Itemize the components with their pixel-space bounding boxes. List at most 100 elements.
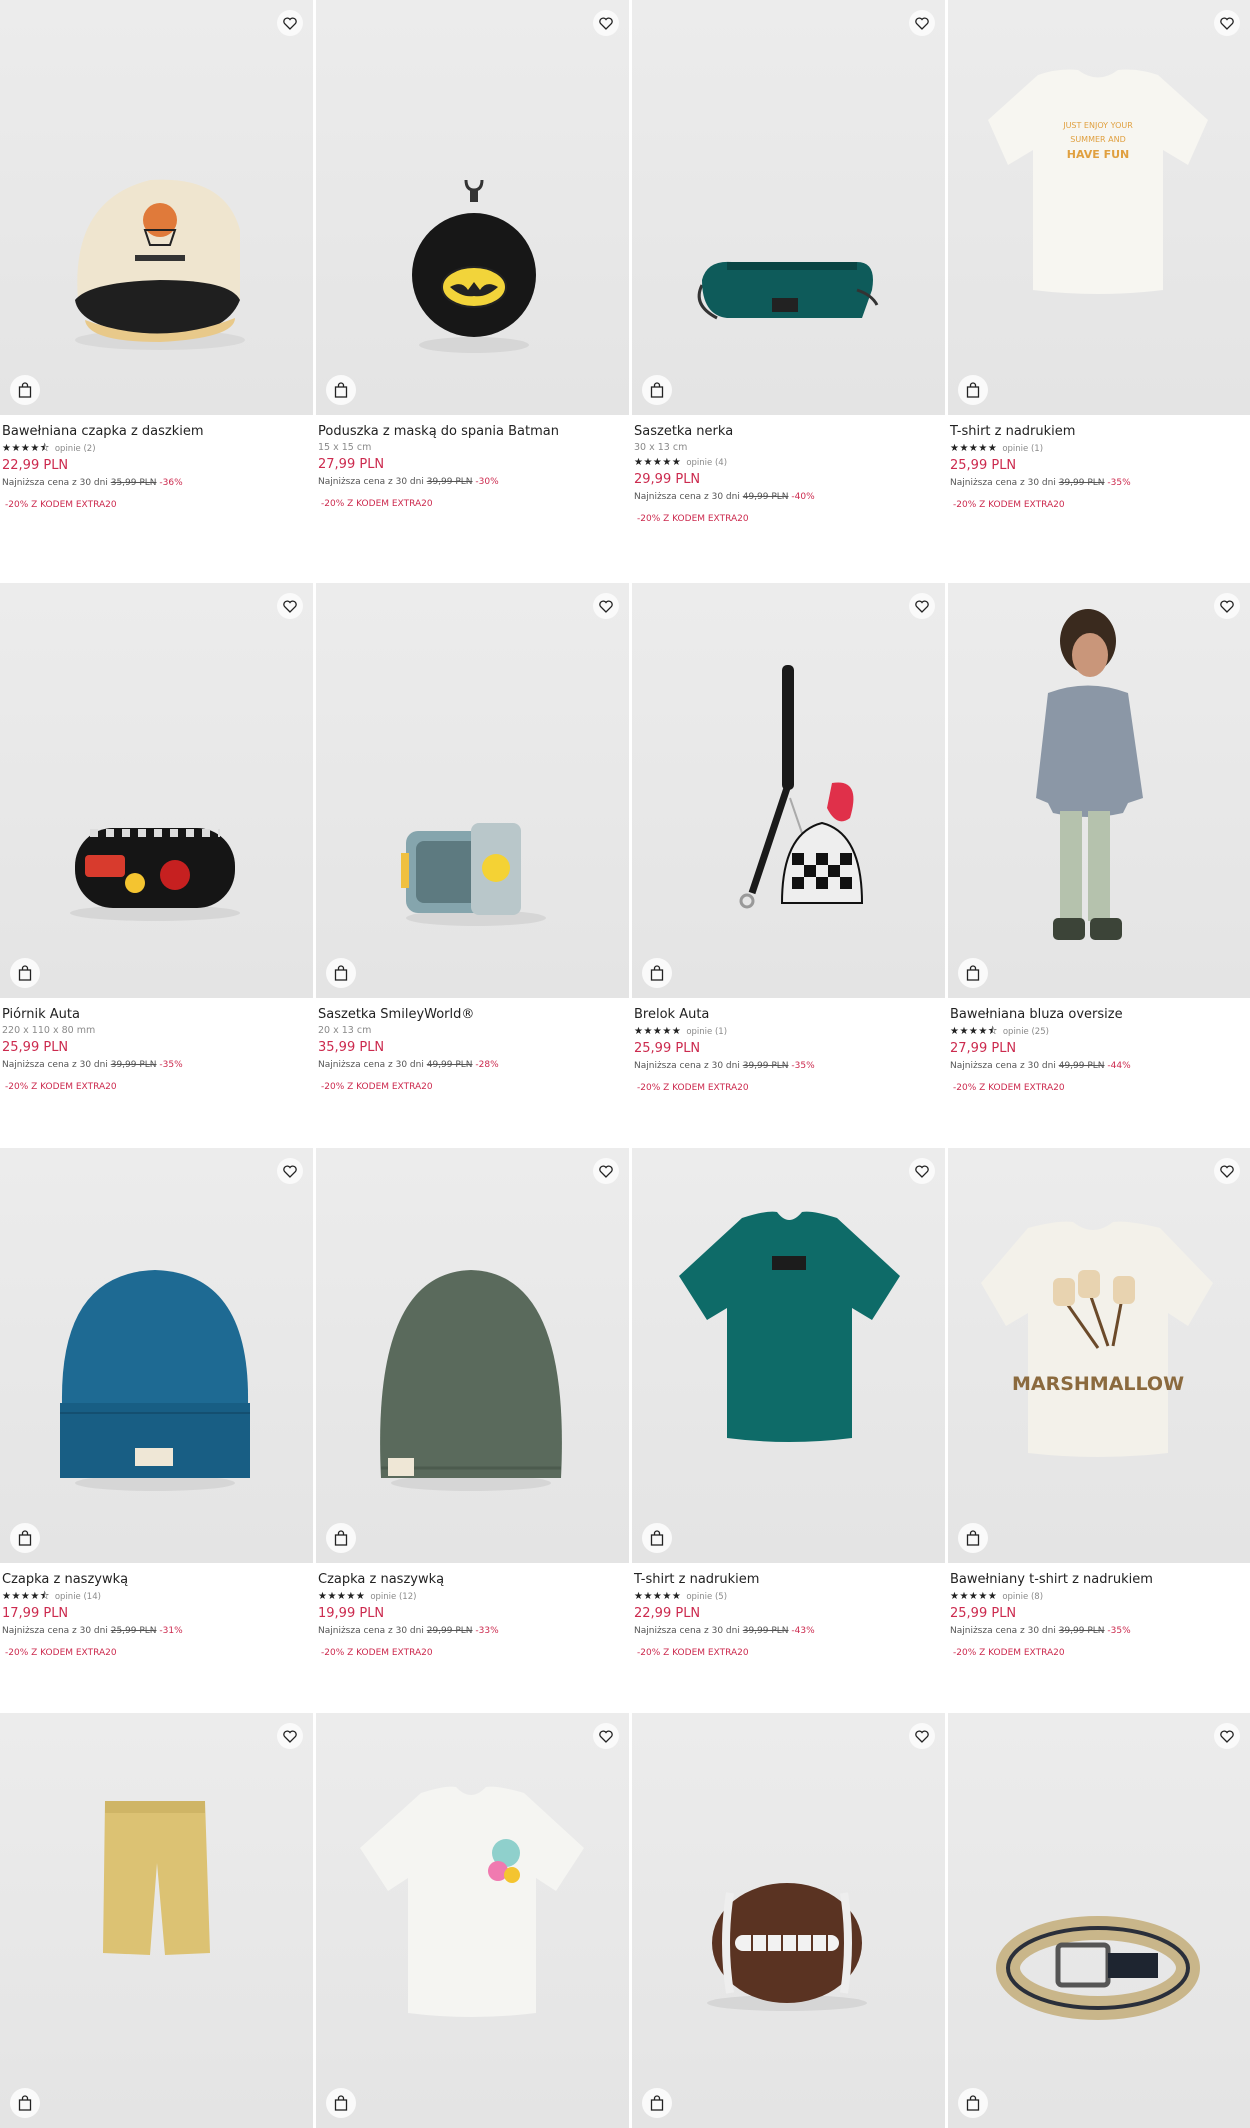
product-image[interactable]	[632, 1148, 945, 1563]
heart-icon	[283, 16, 297, 30]
svg-text:JUST ENJOY YOUR: JUST ENJOY YOUR	[1062, 121, 1133, 130]
favorite-button[interactable]	[277, 1723, 303, 1749]
product-title[interactable]: Czapka z naszywką	[318, 1571, 623, 1589]
add-to-cart-button[interactable]	[326, 958, 356, 988]
old-price: 39,99 PLN	[110, 1060, 157, 1070]
favorite-button[interactable]	[1214, 1723, 1240, 1749]
add-to-cart-button[interactable]	[10, 375, 40, 405]
favorite-button[interactable]	[277, 10, 303, 36]
belt-icon	[996, 1916, 1200, 2020]
product-info: Bawełniany t-shirt z nadrukiem ★★★★★ opin…	[950, 1571, 1250, 1660]
svg-text:HAVE FUN: HAVE FUN	[1067, 148, 1129, 161]
lowest-price-info: Najniższa cena z 30 dni 39,99 PLN -35%	[634, 1059, 939, 1073]
favorite-button[interactable]	[593, 1158, 619, 1184]
favorite-button[interactable]	[277, 1158, 303, 1184]
favorite-button[interactable]	[593, 1723, 619, 1749]
product-image[interactable]	[0, 1148, 313, 1563]
product-image[interactable]	[632, 1713, 945, 2128]
product-image[interactable]: JUST ENJOY YOUR SUMMER AND HAVE FUN	[948, 0, 1250, 415]
product-image[interactable]	[948, 1713, 1250, 2128]
add-to-cart-button[interactable]	[10, 1523, 40, 1553]
shopping-bag-icon	[650, 2095, 664, 2111]
add-to-cart-button[interactable]	[326, 375, 356, 405]
old-price: 39,99 PLN	[426, 477, 473, 487]
favorite-button[interactable]	[1214, 593, 1240, 619]
product-image[interactable]	[632, 0, 945, 415]
product-image[interactable]	[0, 1713, 313, 2128]
shopping-bag-icon	[966, 382, 980, 398]
product-info: Piórnik Auta 220 x 110 x 80 mm 25,99 PLN…	[2, 1006, 307, 1094]
add-to-cart-button[interactable]	[958, 1523, 988, 1553]
discount: -35%	[159, 1060, 183, 1070]
add-to-cart-button[interactable]	[958, 2088, 988, 2118]
product-image[interactable]: MARSHMALLOW	[948, 1148, 1250, 1563]
product-title[interactable]: T-shirt z nadrukiem	[634, 1571, 939, 1589]
shopping-bag-icon	[334, 2095, 348, 2111]
shopping-bag-icon	[334, 965, 348, 981]
add-to-cart-button[interactable]	[642, 375, 672, 405]
rating: ★★★★★ opinie (1)	[634, 1024, 939, 1039]
product-title[interactable]: Piórnik Auta	[2, 1006, 307, 1024]
product-title[interactable]: Saszetka SmileyWorld®	[318, 1006, 623, 1024]
add-to-cart-button[interactable]	[642, 958, 672, 988]
product-image[interactable]	[316, 583, 629, 998]
kid-hoodie-icon	[1036, 609, 1143, 940]
favorite-button[interactable]	[593, 10, 619, 36]
add-to-cart-button[interactable]	[326, 1523, 356, 1553]
discount: -35%	[1107, 478, 1131, 488]
lowest-price-info: Najniższa cena z 30 dni 39,99 PLN -35%	[950, 1624, 1250, 1638]
product-image[interactable]	[0, 0, 313, 415]
product-image[interactable]	[0, 583, 313, 998]
add-to-cart-button[interactable]	[958, 375, 988, 405]
rating: ★★★★★ opinie (5)	[634, 1589, 939, 1604]
product-price: 17,99 PLN	[2, 1606, 69, 1621]
tshirt-smiley-icon	[360, 1786, 584, 2017]
add-to-cart-button[interactable]	[10, 2088, 40, 2118]
favorite-button[interactable]	[1214, 1158, 1240, 1184]
waist-bag-icon	[697, 261, 879, 320]
add-to-cart-button[interactable]	[10, 958, 40, 988]
favorite-button[interactable]	[909, 10, 935, 36]
product-title[interactable]: Bawełniana bluza oversize	[950, 1006, 1250, 1024]
product-image[interactable]	[316, 1713, 629, 2128]
product-image[interactable]	[316, 0, 629, 415]
product-price: 25,99 PLN	[634, 1041, 701, 1056]
heart-icon	[283, 1164, 297, 1178]
add-to-cart-button[interactable]	[642, 2088, 672, 2118]
lowest-price-info: Najniższa cena z 30 dni 49,99 PLN -44%	[950, 1059, 1250, 1073]
old-price: 39,99 PLN	[742, 1061, 789, 1071]
favorite-button[interactable]	[909, 1723, 935, 1749]
product-image[interactable]	[632, 583, 945, 998]
product-title[interactable]: Bawełniany t-shirt z nadrukiem	[950, 1571, 1250, 1589]
product-title[interactable]: Saszetka nerka	[634, 423, 939, 441]
product-price: 29,99 PLN	[634, 472, 701, 487]
product-title[interactable]: T-shirt z nadrukiem	[950, 423, 1250, 441]
lowest-label: Najniższa cena z 30 dni	[318, 1626, 424, 1636]
product-price: 27,99 PLN	[950, 1041, 1017, 1056]
rating-stars: ★★★★⯪	[950, 1026, 998, 1037]
product-image[interactable]	[316, 1148, 629, 1563]
add-to-cart-button[interactable]	[326, 2088, 356, 2118]
promo-code: -20% Z KODEM EXTRA20	[321, 1082, 433, 1092]
add-to-cart-button[interactable]	[642, 1523, 672, 1553]
review-count: opinie (4)	[686, 457, 728, 468]
product-image[interactable]	[948, 583, 1250, 998]
promo-code: -20% Z KODEM EXTRA20	[637, 1083, 749, 1093]
favorite-button[interactable]	[909, 593, 935, 619]
product-price: 22,99 PLN	[634, 1606, 701, 1621]
favorite-button[interactable]	[1214, 10, 1240, 36]
review-count: opinie (12)	[370, 1591, 417, 1602]
product-title[interactable]: Czapka z naszywką	[2, 1571, 307, 1589]
product-title[interactable]: Brelok Auta	[634, 1006, 939, 1024]
review-count: opinie (2)	[54, 443, 96, 454]
product-price: 22,99 PLN	[2, 458, 69, 473]
add-to-cart-button[interactable]	[958, 958, 988, 988]
favorite-button[interactable]	[277, 593, 303, 619]
product-info: T-shirt z nadrukiem ★★★★★ opinie (1) 25,9…	[950, 423, 1250, 512]
product-dimensions: 220 x 110 x 80 mm	[2, 1025, 96, 1036]
product-title[interactable]: Poduszka z maską do spania Batman	[318, 423, 623, 441]
product-title[interactable]: Bawełniana czapka z daszkiem	[2, 423, 307, 441]
old-price: 49,99 PLN	[1058, 1061, 1105, 1071]
favorite-button[interactable]	[909, 1158, 935, 1184]
favorite-button[interactable]	[593, 593, 619, 619]
